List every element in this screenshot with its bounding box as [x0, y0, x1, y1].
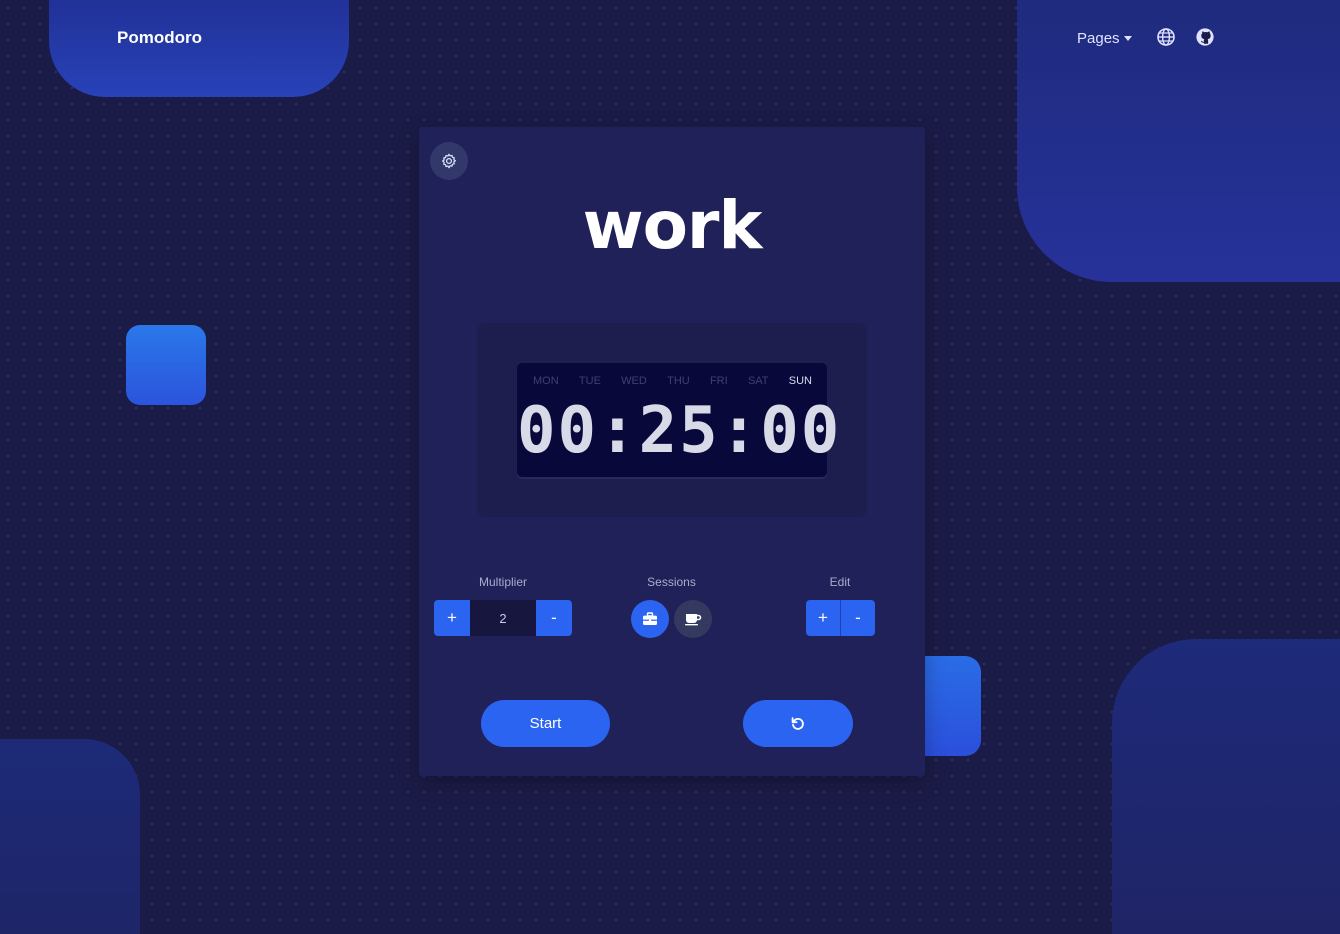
session-mode-title: work — [582, 187, 763, 264]
reset-button[interactable] — [743, 700, 853, 747]
weekday-fri: FRI — [709, 375, 728, 387]
weekday-sun: SUN — [788, 375, 812, 387]
multiplier-decrease-button[interactable]: - — [536, 600, 572, 636]
briefcase-icon — [643, 612, 657, 625]
multiplier-increase-button[interactable]: + — [434, 600, 470, 636]
decorative-square — [126, 325, 206, 405]
multiplier-label: Multiplier — [478, 575, 527, 589]
settings-button[interactable] — [430, 142, 468, 180]
digital-clock: MON TUE WED THU FRI SAT SUN 00:25:00 — [517, 363, 842, 477]
multiplier-stepper: + - — [434, 600, 572, 636]
start-button[interactable]: Start — [481, 700, 610, 747]
gear-icon — [442, 153, 456, 169]
undo-icon — [791, 716, 804, 730]
brand-background-shape — [49, 0, 349, 97]
edit-stepper: + - — [806, 600, 875, 636]
decorative-shape-bottom-right — [1112, 639, 1340, 934]
weekday-wed: WED — [621, 375, 647, 387]
time-display: 00:25:00 — [517, 394, 842, 468]
multiplier-input[interactable] — [470, 600, 536, 636]
weekday-row: MON TUE WED THU FRI SAT SUN — [517, 375, 827, 387]
top-nav: Pages — [1077, 26, 1132, 50]
break-session-button[interactable] — [674, 600, 712, 638]
work-session-button[interactable] — [631, 600, 669, 638]
coffee-icon — [685, 614, 702, 626]
edit-label: Edit — [829, 575, 851, 589]
timer-card: work MON TUE WED THU FRI SAT SUN 00:25:0… — [419, 127, 925, 776]
caret-down-icon — [1123, 35, 1132, 41]
sessions-label: Sessions — [647, 575, 696, 589]
weekday-sat: SAT — [747, 375, 769, 387]
decorative-shape-top-right — [1017, 0, 1340, 282]
github-icon[interactable] — [1195, 27, 1215, 47]
clock-panel: MON TUE WED THU FRI SAT SUN 00:25:00 — [477, 323, 867, 517]
weekday-tue: TUE — [578, 375, 601, 387]
decorative-shape-bottom-left — [0, 739, 140, 934]
edit-decrease-button[interactable]: - — [840, 600, 875, 636]
weekday-mon: MON — [533, 375, 559, 387]
globe-icon[interactable] — [1156, 27, 1176, 47]
brand-logo-text[interactable]: Pomodoro — [117, 28, 202, 48]
weekday-thu: THU — [667, 375, 690, 387]
pages-dropdown[interactable]: Pages — [1077, 30, 1132, 47]
pages-dropdown-label: Pages — [1077, 29, 1120, 47]
edit-increase-button[interactable]: + — [806, 600, 840, 636]
